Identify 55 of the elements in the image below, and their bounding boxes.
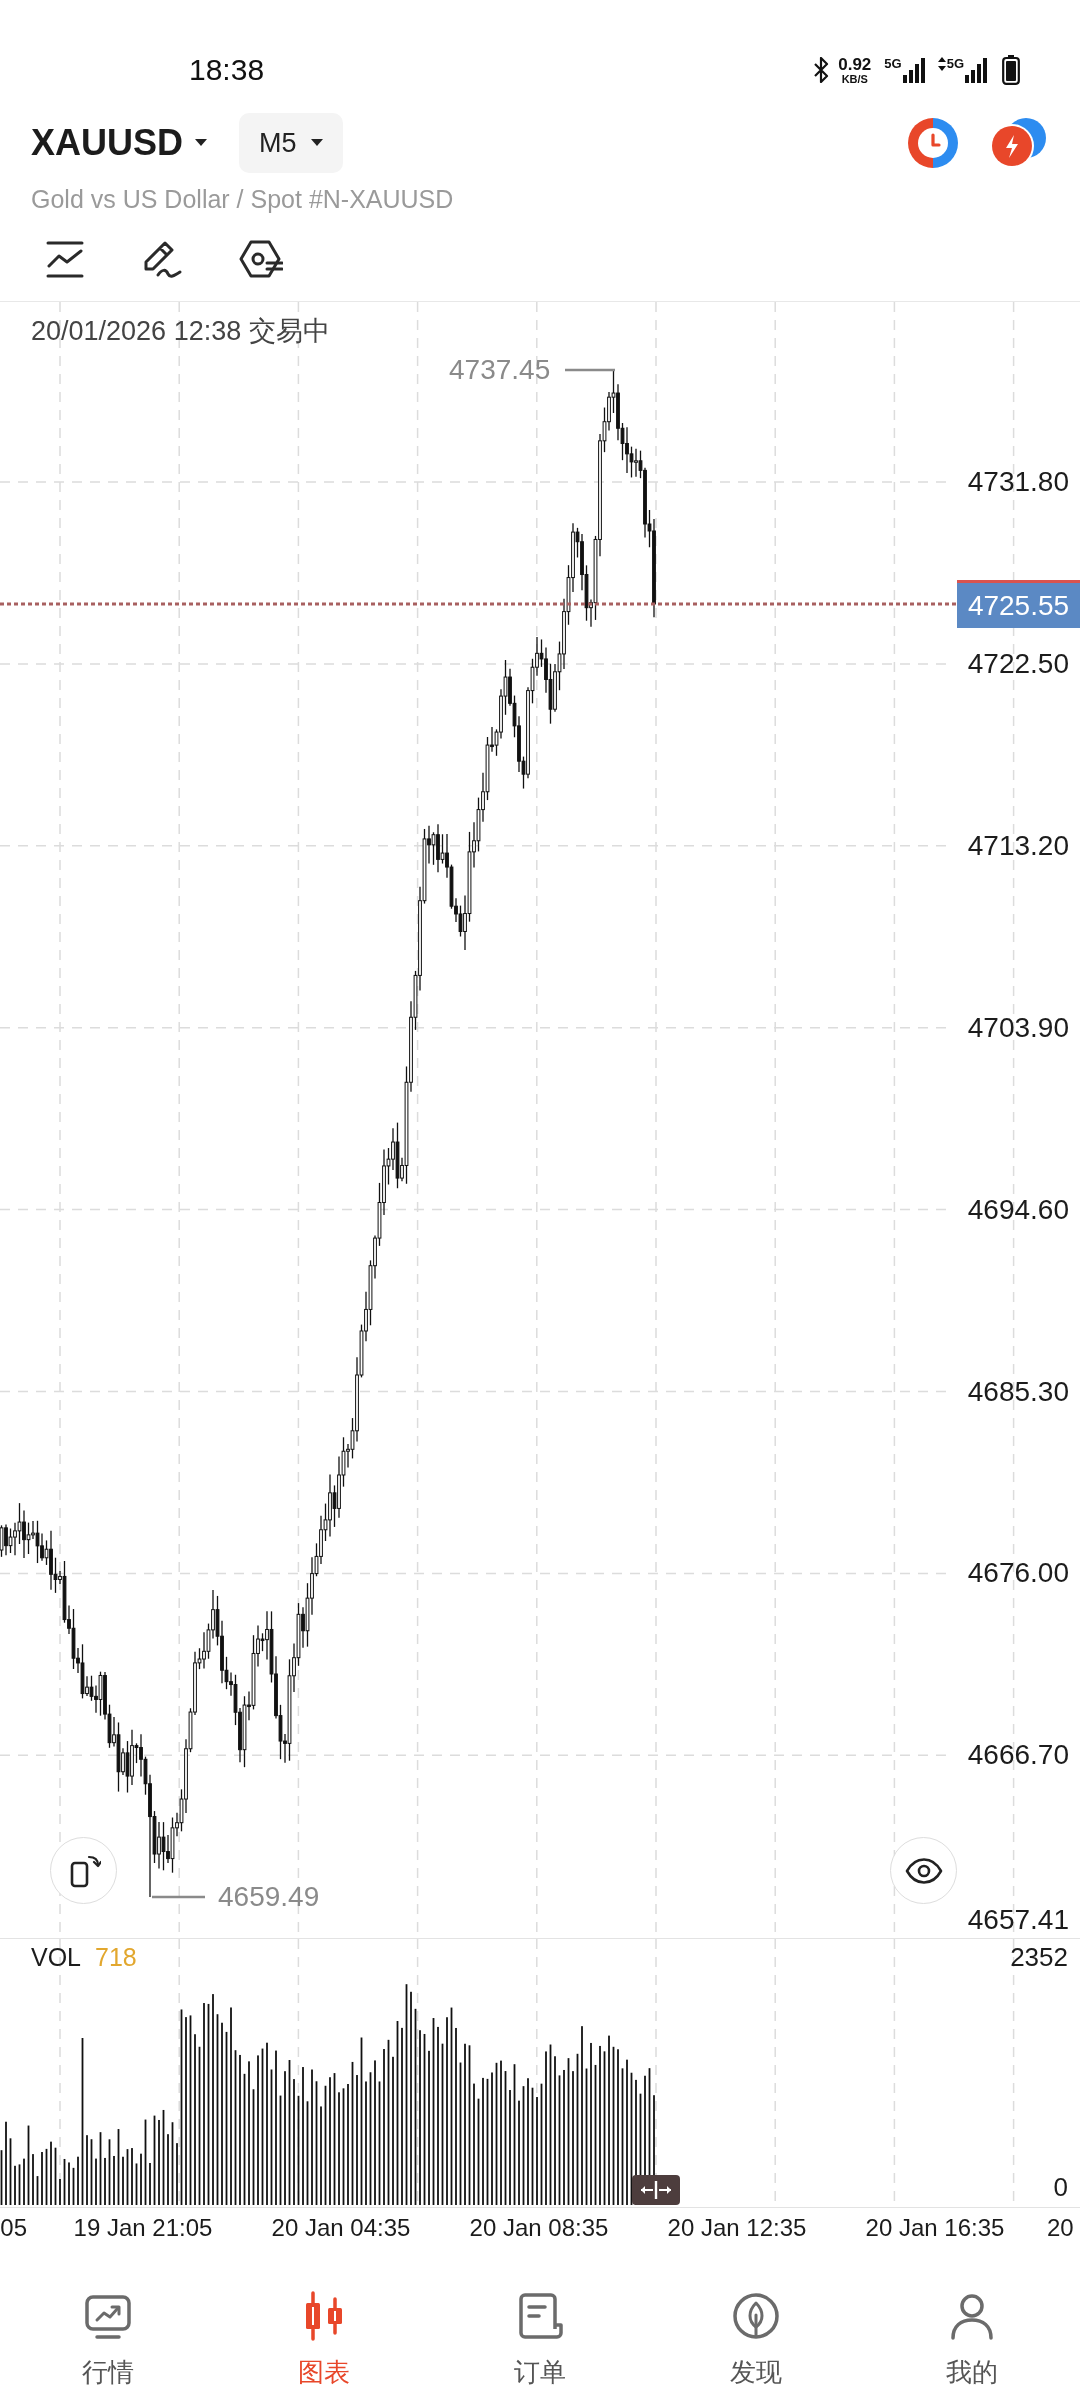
time-axis-label: 20 Jan 04:35 (271, 2214, 411, 2242)
time-axis-label: 20 (1047, 2214, 1074, 2242)
time-axis-label: 19 Jan 21:05 (73, 2214, 213, 2242)
resize-arrows-icon (639, 2180, 673, 2200)
status-time: 18:38 (189, 55, 265, 85)
chart-timestamp: 20/01/2026 12:38 交易中 (31, 315, 330, 348)
timeframe-dropdown[interactable]: M5 (239, 113, 343, 173)
price-axis-label: 4722.50 (967, 646, 1069, 681)
symbol-description: Gold vs US Dollar / Spot #N-XAUUSD (31, 186, 454, 212)
price-axis-label: 4703.90 (967, 1010, 1069, 1045)
price-axis-label: 4666.70 (967, 1738, 1069, 1773)
price-axis-label: 4657.41 (967, 1903, 1069, 1937)
nav-tab[interactable]: 我的 (946, 2291, 998, 2388)
pencil-icon[interactable] (142, 239, 182, 279)
current-price-tag: 4725.55 (957, 580, 1080, 628)
high-marker-line (565, 368, 615, 372)
scroll-handle[interactable] (632, 2175, 680, 2205)
trend-line-icon[interactable] (45, 239, 85, 279)
data-arrows-icon (937, 57, 946, 71)
time-axis-label: 20 Jan 08:35 (469, 2214, 609, 2242)
price-axis-label: 4731.80 (967, 465, 1069, 499)
nav-tab[interactable]: 行情 (82, 2291, 134, 2388)
volume-axis-min: 0 (1053, 2172, 1068, 2202)
low-price-label: 4659.49 (218, 1880, 320, 1914)
nav-tab[interactable]: 图表 (298, 2291, 350, 2388)
price-axis-label: 4676.00 (967, 1556, 1069, 1591)
signal-bars-icon (902, 57, 925, 83)
clock-badge-icon[interactable] (908, 118, 958, 168)
network-type: 5G (946, 57, 964, 70)
high-price-label: 4737.45 (449, 353, 551, 387)
battery-icon (1002, 55, 1020, 85)
settings-icon[interactable] (239, 239, 283, 279)
leaf-circle-icon (731, 2291, 781, 2341)
price-axis-label: 4694.60 (967, 1192, 1069, 1227)
price-axis-label: 4685.30 (967, 1374, 1069, 1409)
price-axis-label: 4713.20 (967, 828, 1069, 863)
nav-tab[interactable]: 发现 (730, 2291, 782, 2388)
eye-icon (904, 1857, 943, 1884)
network-speed: 0.92 (838, 55, 872, 73)
network-speed-unit: KB/S (841, 72, 868, 85)
caret-down-icon (195, 139, 207, 147)
symbol-dropdown[interactable]: XAUUSD (31, 125, 207, 161)
volume-value: 718 (95, 1942, 137, 1972)
lightning-badge-icon[interactable] (990, 118, 1048, 168)
signal-bars-icon (965, 57, 987, 83)
nav-tab[interactable]: 订单 (514, 2291, 566, 2388)
volume-axis-max: 2352 (1010, 1942, 1068, 1972)
volume-label: VOL (31, 1942, 82, 1972)
time-axis-label: 20 Jan 16:35 (865, 2214, 1005, 2242)
bluetooth-icon (813, 57, 830, 83)
network-type: 5G (884, 57, 902, 70)
time-axis-label: 05 (0, 2214, 27, 2242)
low-marker-line (152, 1895, 205, 1899)
time-axis-label: 20 Jan 12:35 (667, 2214, 807, 2242)
caret-down-icon (310, 139, 323, 147)
